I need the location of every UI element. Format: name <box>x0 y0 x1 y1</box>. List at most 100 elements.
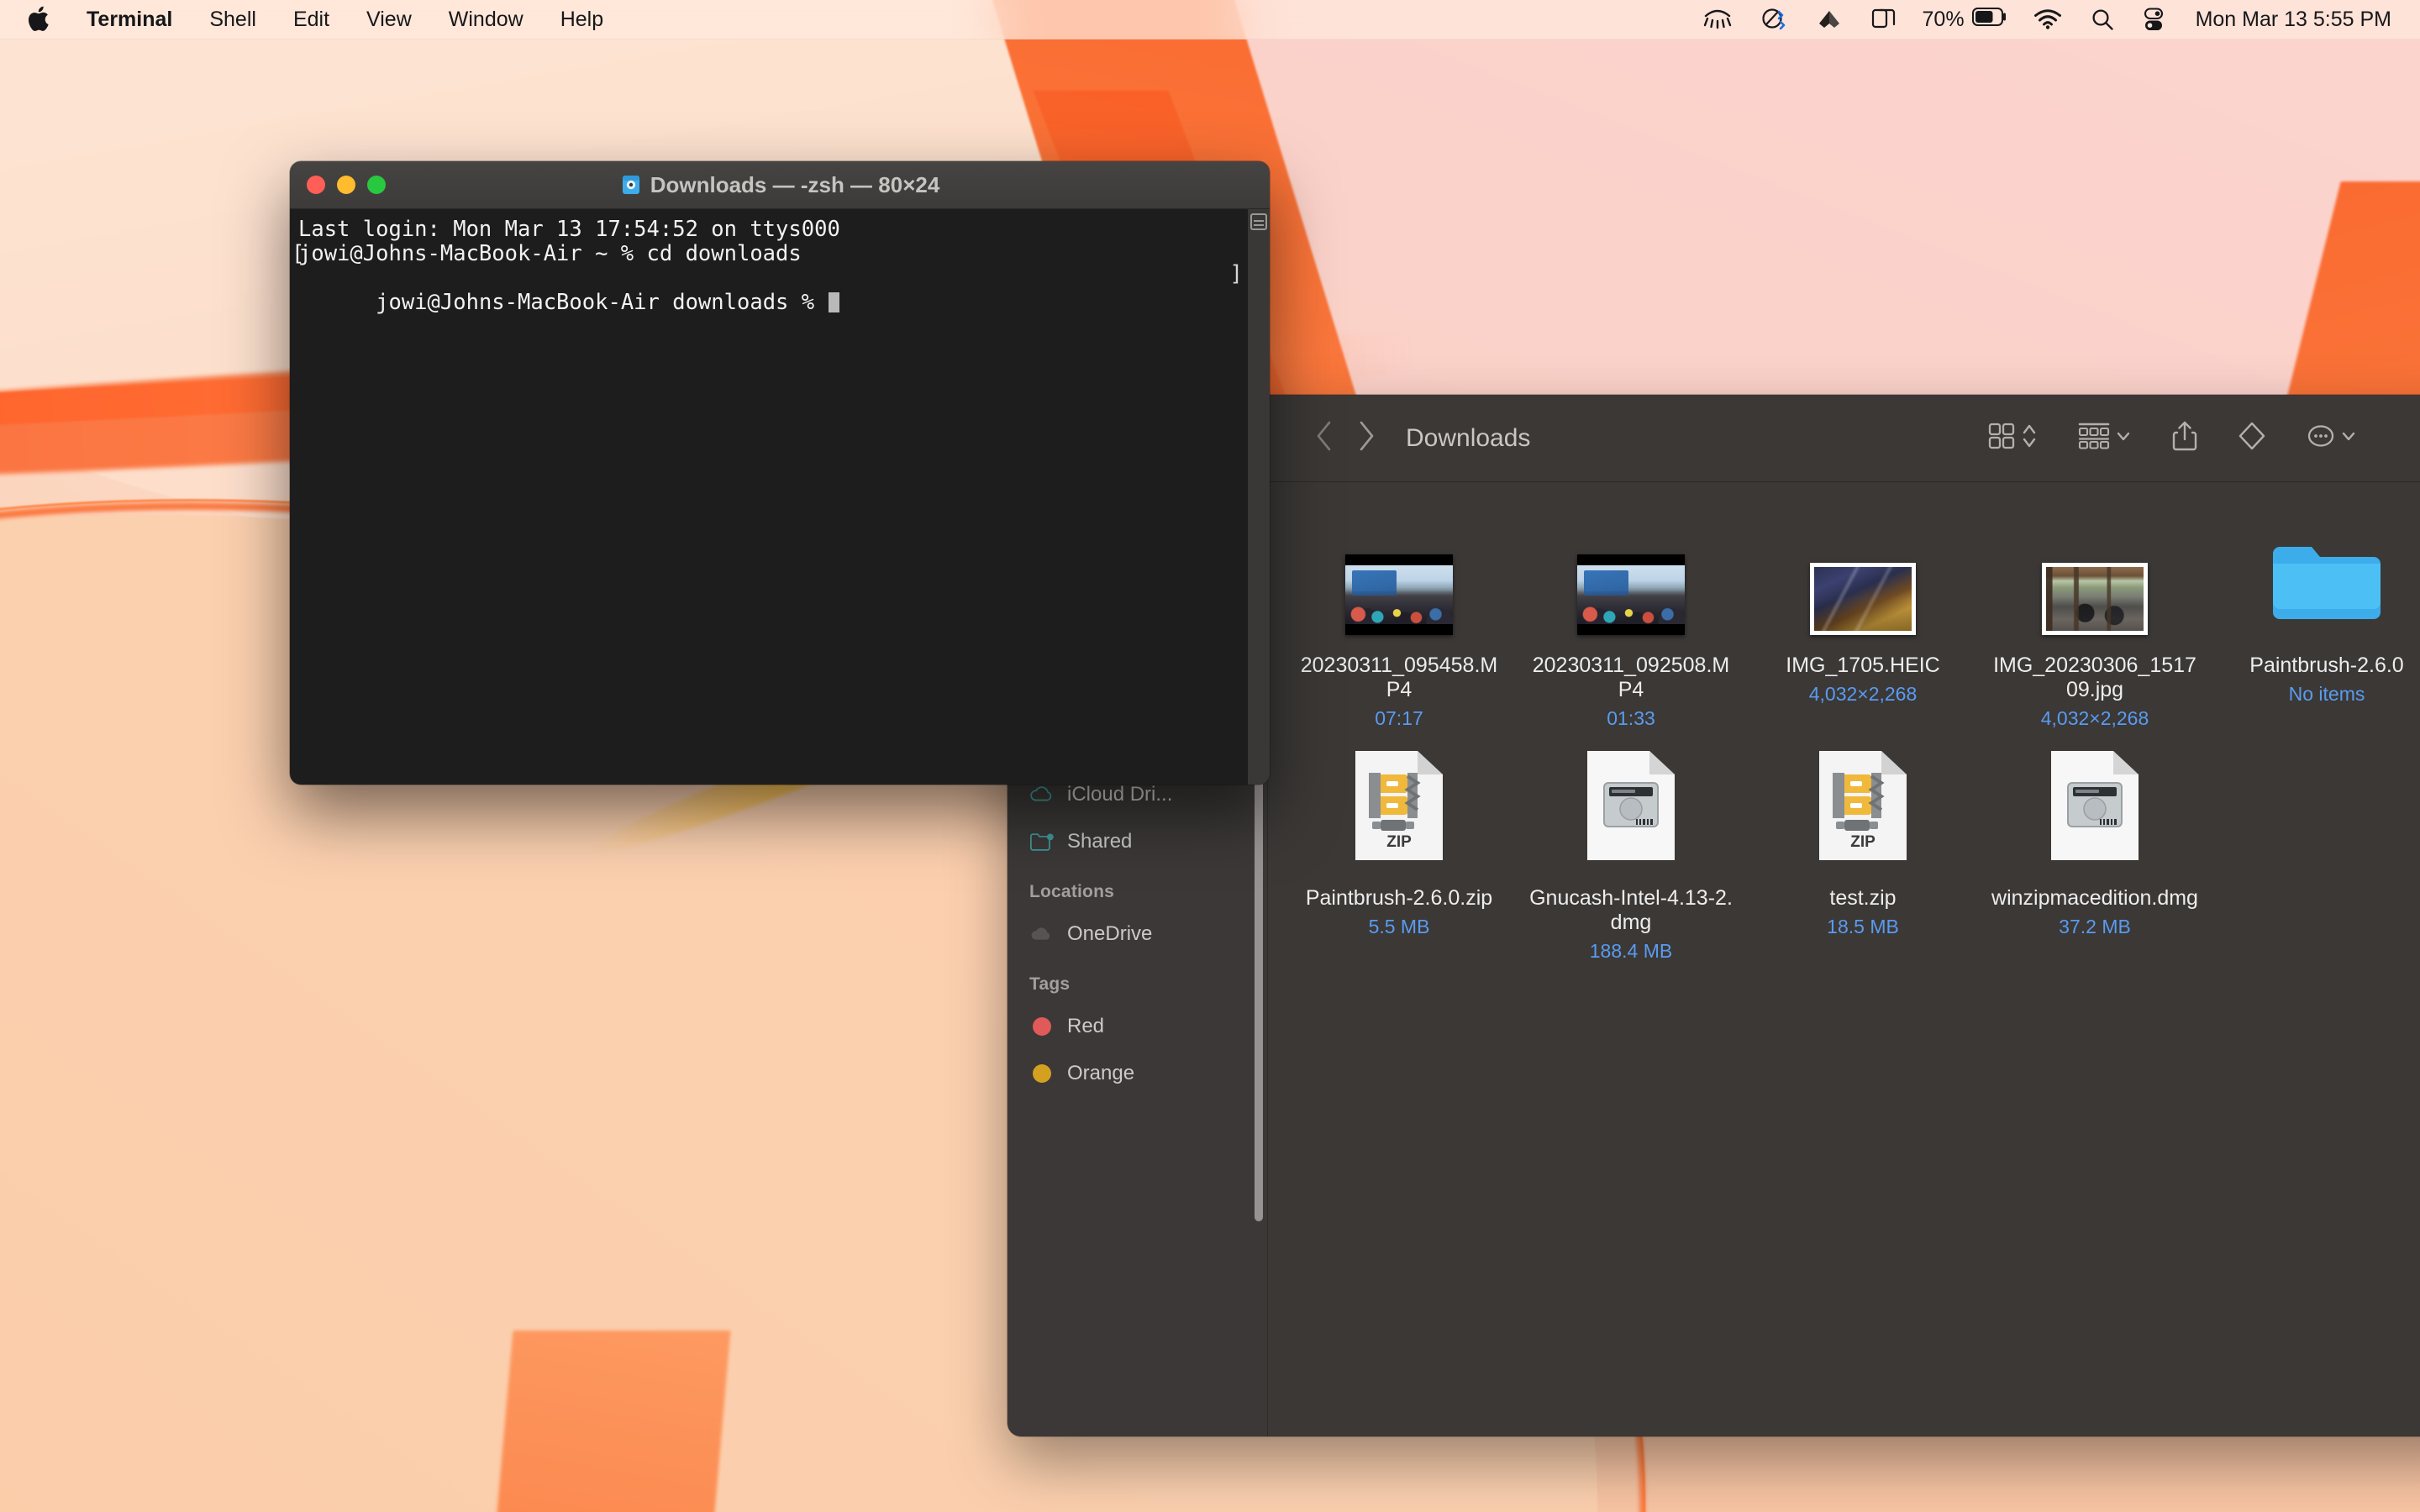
file-meta: 188.4 MB <box>1589 940 1673 962</box>
terminal-title-label: Downloads — -zsh — 80×24 <box>650 171 940 197</box>
photo-thumbnail-icon <box>1810 563 1916 635</box>
file-meta: No items <box>2288 683 2365 705</box>
icon-view-grid-icon <box>1987 422 2016 454</box>
battery-percent-label: 70% <box>1922 7 1965 31</box>
menu-item-view[interactable]: View <box>348 0 430 39</box>
file-item[interactable]: Gnucash-Intel-4.13-2.dmg 188.4 MB <box>1515 738 1747 971</box>
sidebar-item-label: OneDrive <box>1067 922 1153 945</box>
menu-item-help[interactable]: Help <box>542 0 622 39</box>
file-thumbnail <box>1292 519 1507 635</box>
close-button[interactable] <box>307 176 325 194</box>
terminal-bracket-left: [ <box>292 241 305 266</box>
chevron-down-icon <box>2340 428 2357 449</box>
chevron-left-icon[interactable] <box>1315 420 1334 456</box>
file-name: Gnucash-Intel-4.13-2.dmg <box>1529 886 1733 934</box>
battery-icon <box>1971 7 2007 33</box>
terminal-title-area: Downloads — -zsh — 80×24 <box>290 172 1270 198</box>
finder-toolbar-actions <box>1967 409 2420 468</box>
chevron-right-icon[interactable] <box>1357 420 1376 456</box>
file-name: test.zip <box>1829 886 1897 910</box>
apple-logo-icon[interactable] <box>22 6 68 33</box>
sidebar-item-label: iCloud Dri... <box>1067 783 1173 806</box>
file-name: 20230311_092508.MP4 <box>1532 654 1730 701</box>
terminal-prompt-text: jowi@Johns-MacBook-Air downloads % <box>376 290 828 315</box>
menu-item-edit[interactable]: Edit <box>275 0 348 39</box>
shared-folder-icon <box>1029 831 1055 853</box>
sidebar-item-onedrive[interactable]: OneDrive <box>1007 911 1267 958</box>
sidebar-item-tag-red[interactable]: Red <box>1007 1003 1267 1050</box>
file-item[interactable]: winzipmacedition.dmg 37.2 MB <box>1979 738 2211 971</box>
terminal-bracket-right: ] <box>1229 261 1243 286</box>
scroll-marker-icon[interactable] <box>1250 213 1267 230</box>
file-item[interactable]: 20230311_095458.MP4 07:17 <box>1283 506 1515 738</box>
terminal-scrollbar[interactable] <box>1248 209 1270 785</box>
menu-bar: Terminal Shell Edit View Window Help 70%… <box>0 0 2420 39</box>
search-button[interactable] <box>2406 409 2420 468</box>
screen-mirroring-icon[interactable] <box>1857 0 1911 39</box>
menu-item-shell[interactable]: Shell <box>191 0 275 39</box>
menu-bar-clock[interactable]: Mon Mar 13 5:55 PM <box>2179 8 2396 32</box>
file-meta: 18.5 MB <box>1827 916 1899 937</box>
icloud-icon <box>1029 785 1055 805</box>
wifi-icon[interactable] <box>2019 0 2076 39</box>
folder-icon <box>2268 537 2386 635</box>
file-item[interactable]: 20230311_092508.MP4 01:33 <box>1515 506 1747 738</box>
file-thumbnail <box>1987 751 2202 868</box>
sidebar-item-shared[interactable]: Shared <box>1007 818 1267 865</box>
dropbox-icon[interactable] <box>1802 0 1857 39</box>
wallpaper-bottom-sliver <box>478 1331 732 1512</box>
video-thumbnail-icon <box>1345 554 1453 635</box>
finder-nav-buttons <box>1268 420 1376 456</box>
file-item[interactable]: ZIP test.zip 18.5 MB <box>1747 738 1979 971</box>
more-actions-button[interactable] <box>2286 409 2377 468</box>
finder-path-title: Downloads <box>1406 423 1531 452</box>
file-name: 20230311_095458.MP4 <box>1300 654 1498 701</box>
share-icon <box>2172 420 2197 456</box>
tag-dot-orange-icon <box>1029 1064 1055 1083</box>
file-thumbnail <box>1987 519 2202 635</box>
file-item[interactable]: ZIP Paintbrush-2.6.0.zip 5.5 MB <box>1283 738 1515 971</box>
file-item[interactable]: Paintbrush-2.6.0 No items <box>2211 506 2420 738</box>
control-center-icon[interactable] <box>2128 0 2179 39</box>
file-thumbnail: ZIP <box>1755 751 1970 868</box>
file-item[interactable]: IMG_20230306_151709.jpg 4,032×2,268 <box>1979 506 2211 738</box>
file-item[interactable]: IMG_1705.HEIC 4,032×2,268 <box>1747 506 1979 738</box>
zip-file-icon: ZIP <box>1352 748 1446 868</box>
file-meta: 4,032×2,268 <box>1808 683 1918 705</box>
zip-badge-label: ZIP <box>1850 833 1876 851</box>
ellipsis-circle-icon <box>2307 422 2335 454</box>
terminal-cursor <box>829 292 840 312</box>
battery-status[interactable]: 70% <box>1911 7 2019 33</box>
file-thumbnail: ZIP <box>1292 751 1507 868</box>
cloud-icon <box>1029 925 1055 943</box>
menu-item-terminal[interactable]: Terminal <box>68 0 191 39</box>
group-by-button[interactable] <box>2058 409 2152 468</box>
maximize-button[interactable] <box>367 176 386 194</box>
terminal-line: jowi@Johns-MacBook-Air ~ % cd downloads <box>298 241 802 266</box>
group-by-icon <box>2078 422 2110 454</box>
sidebar-section-locations: Locations <box>1029 882 1114 901</box>
cloud-sync-icon[interactable] <box>1746 0 1802 39</box>
terminal-window[interactable]: Downloads — -zsh — 80×24 Last login: Mon… <box>290 161 1270 785</box>
tag-button[interactable] <box>2217 409 2286 468</box>
sidebar-section-tags: Tags <box>1029 974 1071 994</box>
file-name: IMG_20230306_151709.jpg <box>1993 654 2196 701</box>
disk-image-icon <box>2048 748 2142 868</box>
file-name: winzipmacedition.dmg <box>1991 886 2198 910</box>
file-thumbnail <box>1523 751 1739 868</box>
terminal-body[interactable]: Last login: Mon Mar 13 17:54:52 on ttys0… <box>290 209 1270 785</box>
video-thumbnail-icon <box>1577 554 1685 635</box>
menu-item-window[interactable]: Window <box>430 0 542 39</box>
minimize-button[interactable] <box>337 176 355 194</box>
file-name: Paintbrush-2.6.0 <box>2249 654 2404 677</box>
terminal-titlebar[interactable]: Downloads — -zsh — 80×24 <box>290 161 1270 209</box>
spotlight-search-icon[interactable] <box>2076 0 2128 39</box>
sleep-eye-icon[interactable] <box>1689 0 1746 39</box>
sidebar-item-tag-orange[interactable]: Orange <box>1007 1050 1267 1097</box>
view-mode-button[interactable] <box>1967 409 2058 468</box>
file-meta: 01:33 <box>1607 707 1655 729</box>
zip-file-icon: ZIP <box>1816 748 1910 868</box>
file-thumbnail <box>2219 519 2420 635</box>
share-button[interactable] <box>2152 409 2217 468</box>
file-meta: 5.5 MB <box>1368 916 1430 937</box>
